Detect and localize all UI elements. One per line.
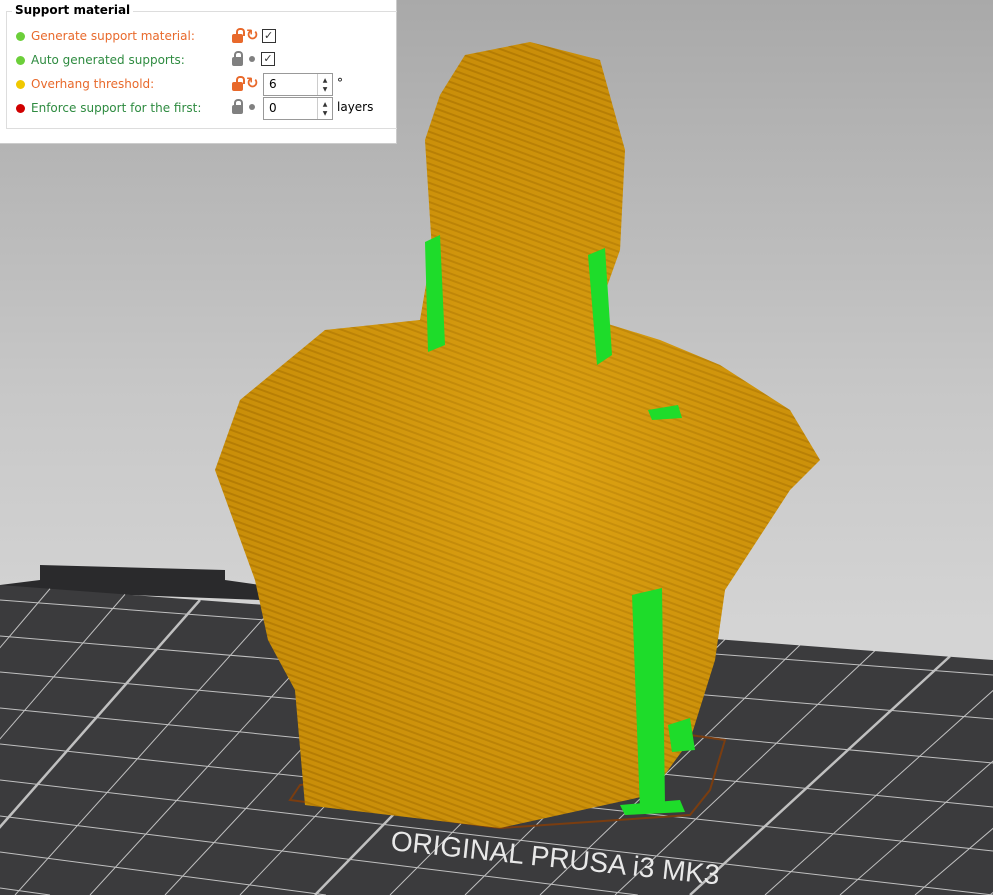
spin-down-button[interactable]: ▼ (323, 109, 328, 118)
option-row: Generate support material: ↻ ✓ (16, 26, 276, 46)
spin-value[interactable]: 6 (264, 74, 317, 95)
option-label: Auto generated supports: (31, 53, 185, 67)
bullet-icon (249, 104, 255, 110)
locked-icon (232, 51, 243, 66)
locked-icon (232, 99, 243, 114)
option-label: Overhang threshold: (31, 77, 155, 91)
option-checkbox[interactable]: ✓ (261, 28, 276, 43)
option-label: Enforce support for the first: (31, 101, 202, 115)
option-row: Enforce support for the first: 0 ▲ ▼ layers (16, 97, 373, 120)
unit-label: layers (337, 100, 374, 114)
group-title: Support material (12, 3, 134, 17)
spin-value[interactable]: 0 (264, 98, 317, 119)
spin-up-button[interactable]: ▲ (323, 76, 328, 85)
mode-dot-icon (16, 31, 25, 41)
option-spin-input[interactable]: 0 ▲ ▼ (263, 97, 333, 120)
undo-icon[interactable]: ↻ (246, 28, 259, 43)
mode-dot-icon (16, 55, 25, 65)
support-material-panel: Support material Generate support materi… (0, 0, 397, 144)
unlocked-icon[interactable] (232, 75, 245, 91)
option-checkbox[interactable]: ✓ (261, 52, 275, 66)
bullet-icon (249, 56, 255, 62)
option-row: Auto generated supports: ✓ (16, 50, 275, 70)
unlocked-icon[interactable] (232, 27, 245, 43)
undo-icon[interactable]: ↻ (246, 76, 259, 91)
spin-down-button[interactable]: ▼ (323, 85, 328, 94)
option-spin-input[interactable]: 6 ▲ ▼ (263, 73, 333, 96)
unit-label: ° (337, 76, 343, 90)
option-label: Generate support material: (31, 29, 195, 43)
mode-dot-icon (16, 103, 25, 113)
mode-dot-icon (16, 79, 25, 89)
spin-up-button[interactable]: ▲ (323, 100, 328, 109)
option-row: Overhang threshold: ↻ 6 ▲ ▼ ° (16, 73, 343, 96)
